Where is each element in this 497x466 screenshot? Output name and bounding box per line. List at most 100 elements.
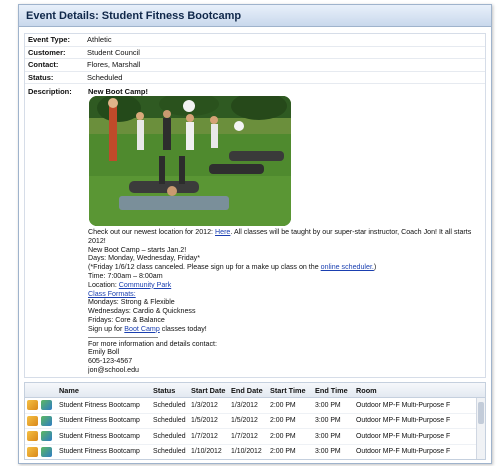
- description-body: Check out our newest location for 2012: …: [88, 228, 484, 375]
- cell-end-time: 3:00 PM: [315, 401, 341, 409]
- edit-icon[interactable]: [27, 415, 38, 426]
- description-line: 605-123-4567: [88, 357, 133, 366]
- edit-icon[interactable]: [27, 446, 38, 457]
- description-line: (*Friday 1/6/12 class canceled. Please s…: [88, 263, 484, 272]
- row-actions: [25, 415, 59, 426]
- cell-status: Scheduled: [153, 432, 186, 440]
- grid-header-end-time[interactable]: End Time: [315, 386, 356, 395]
- cell-start-date: 1/7/2012: [191, 432, 218, 440]
- cell-start-time: 2:00 PM: [270, 448, 296, 456]
- field-value: Athletic: [87, 35, 112, 45]
- boot-camp-link[interactable]: Boot Camp: [124, 325, 160, 333]
- cell-start-time: 2:00 PM: [270, 401, 296, 409]
- cell-start-date: 1/10/2012: [191, 448, 222, 456]
- divider: [88, 336, 158, 338]
- cell-start-date: 1/5/2012: [191, 417, 218, 425]
- description-line: Check out our newest location for 2012: …: [88, 228, 484, 246]
- field-label: Event Type:: [28, 35, 70, 45]
- view-icon[interactable]: [41, 415, 52, 426]
- view-icon[interactable]: [41, 400, 52, 411]
- table-row[interactable]: Student Fitness Bootcamp Scheduled 1/5/2…: [25, 414, 485, 429]
- field-row-customer: Customer: Student Council: [25, 47, 485, 59]
- cell-start-date: 1/3/2012: [191, 401, 218, 409]
- class-formats-link[interactable]: Class Formats:: [88, 290, 136, 298]
- grid-header-row: Name Status Start Date End Date Start Ti…: [25, 383, 485, 398]
- cell-start-time: 2:00 PM: [270, 432, 296, 440]
- table-row[interactable]: Student Fitness Bootcamp Scheduled 1/7/2…: [25, 429, 485, 445]
- here-link[interactable]: Here: [215, 228, 230, 236]
- cell-room: Outdoor MP-F Multi-Purpose F: [356, 432, 451, 440]
- cell-end-date: 1/5/2012: [231, 417, 258, 425]
- field-value: Student Council: [87, 47, 140, 57]
- cell-name: Student Fitness Bootcamp: [59, 401, 140, 409]
- view-icon[interactable]: [41, 431, 52, 442]
- cell-name: Student Fitness Bootcamp: [59, 417, 140, 425]
- field-label: Status:: [28, 72, 54, 82]
- description-line: Fridays: Core & Balance: [88, 315, 165, 324]
- grid-header-status[interactable]: Status: [153, 386, 191, 395]
- description-line: Location: Community Park: [88, 281, 484, 290]
- description-line: Days: Monday, Wednesday, Friday*: [88, 254, 200, 263]
- cell-end-date: 1/3/2012: [231, 401, 258, 409]
- field-label: Contact:: [28, 60, 59, 70]
- field-row-event-type: Event Type: Athletic: [25, 34, 485, 47]
- details-section: Event Type: Athletic Customer: Student C…: [24, 33, 486, 378]
- grid-scrollbar[interactable]: [476, 398, 485, 459]
- cell-room: Outdoor MP-F Multi-Purpose F: [356, 417, 451, 425]
- field-row-contact: Contact: Flores, Marshall: [25, 59, 485, 72]
- view-icon[interactable]: [41, 446, 52, 457]
- field-row-status: Status: Scheduled: [25, 72, 485, 84]
- description-text: Location:: [88, 280, 117, 289]
- description-line: Mondays: Strong & Flexible: [88, 298, 175, 307]
- event-details-panel: Event Details: Student Fitness Bootcamp …: [18, 4, 492, 464]
- table-row[interactable]: Student Fitness Bootcamp Scheduled 1/10/…: [25, 445, 485, 460]
- field-label: Customer:: [28, 47, 66, 57]
- cell-room: Outdoor MP-F Multi-Purpose F: [356, 448, 451, 456]
- cell-end-time: 3:00 PM: [315, 448, 341, 456]
- description-line: Class Formats:: [88, 290, 484, 299]
- cell-end-date: 1/7/2012: [231, 432, 258, 440]
- description-line: Sign up for Boot Camp classes today!: [88, 325, 484, 334]
- cell-status: Scheduled: [153, 417, 186, 425]
- bootcamp-photo: [89, 96, 291, 226]
- cell-status: Scheduled: [153, 448, 186, 456]
- cell-end-date: 1/10/2012: [231, 448, 262, 456]
- community-park-link[interactable]: Community Park: [119, 281, 171, 289]
- panel-title: Event Details: Student Fitness Bootcamp: [26, 9, 242, 22]
- description-line: Emily Boll: [88, 348, 120, 357]
- cell-name: Student Fitness Bootcamp: [59, 432, 140, 440]
- field-value: Flores, Marshall: [87, 60, 141, 70]
- edit-icon[interactable]: [27, 431, 38, 442]
- description-label: Description:: [28, 87, 72, 96]
- description-text: Sign up for: [88, 324, 123, 333]
- cell-name: Student Fitness Bootcamp: [59, 448, 140, 456]
- cell-start-time: 2:00 PM: [270, 417, 296, 425]
- row-actions: [25, 431, 59, 442]
- bootcamp-photo-image: [89, 96, 291, 226]
- description-line: New Boot Camp – starts Jan.2!: [88, 245, 187, 254]
- cell-end-time: 3:00 PM: [315, 417, 341, 425]
- description-text: (*Friday 1/6/12 class canceled. Please s…: [88, 263, 319, 272]
- grid-header-room[interactable]: Room: [356, 386, 485, 395]
- description-text: Check out our newest location for 2012:: [88, 228, 214, 236]
- grid-header-start-date[interactable]: Start Date: [191, 386, 231, 395]
- cell-status: Scheduled: [153, 401, 186, 409]
- scrollbar-thumb[interactable]: [478, 402, 484, 424]
- edit-icon[interactable]: [27, 400, 38, 411]
- description-line: Time: 7:00am – 8:00am: [88, 271, 163, 280]
- description-line: jon@school.edu: [88, 365, 139, 374]
- grid-header-end-date[interactable]: End Date: [231, 386, 270, 395]
- online-scheduler-link[interactable]: online scheduler.: [321, 263, 374, 271]
- description-text: ): [373, 263, 377, 272]
- field-value: Scheduled: [87, 72, 123, 82]
- description-line: Wednesdays: Cardio & Quickness: [88, 307, 196, 316]
- table-row[interactable]: Student Fitness Bootcamp Scheduled 1/3/2…: [25, 398, 485, 414]
- row-actions: [25, 400, 59, 411]
- description-heading: New Boot Camp!: [88, 87, 148, 96]
- description-line: For more information and details contact…: [88, 339, 217, 348]
- grid-header-name[interactable]: Name: [59, 386, 153, 395]
- description-text: classes today!: [161, 324, 207, 333]
- panel-title-bar: Event Details: Student Fitness Bootcamp: [19, 5, 491, 27]
- grid-header-start-time[interactable]: Start Time: [270, 386, 315, 395]
- cell-end-time: 3:00 PM: [315, 432, 341, 440]
